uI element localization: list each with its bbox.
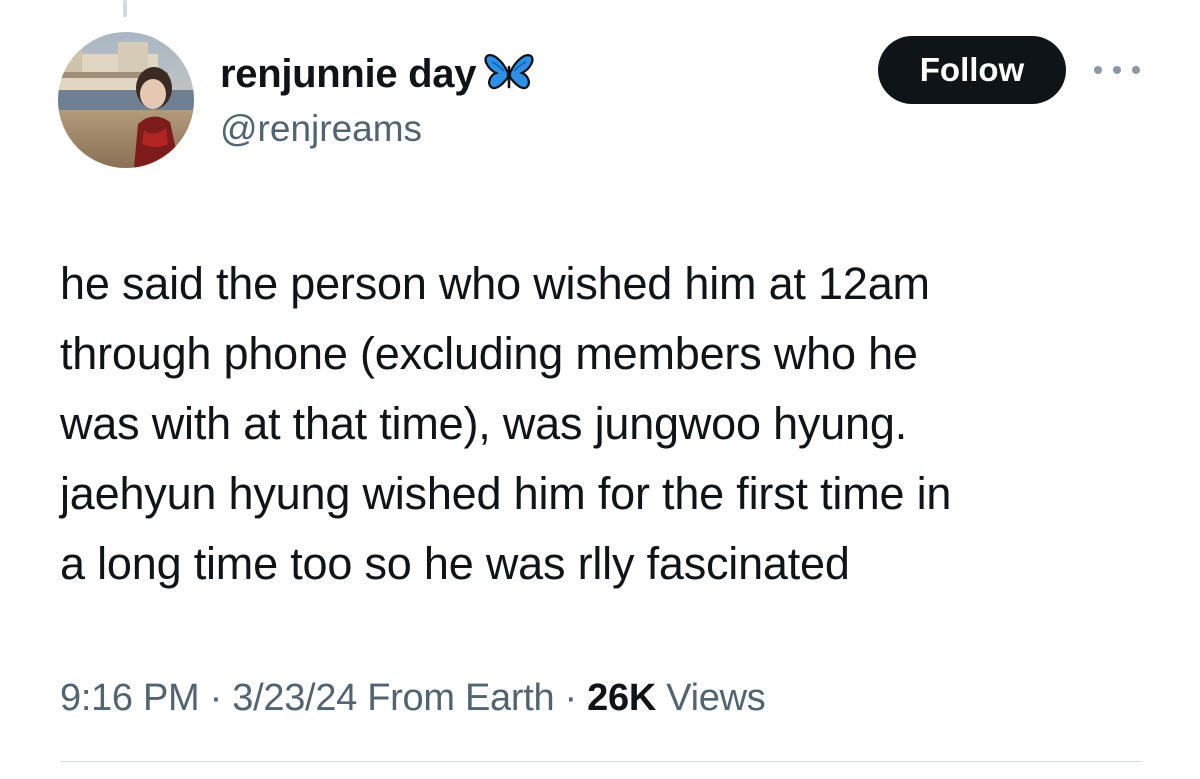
follow-button[interactable]: Follow	[878, 36, 1066, 104]
thread-connector-line	[123, 0, 127, 17]
author-display-name[interactable]: renjunnie day	[220, 50, 476, 98]
more-dot	[1094, 66, 1102, 74]
author-handle[interactable]: @renjreams	[220, 106, 422, 152]
tweet-source: From Earth	[367, 677, 555, 719]
tweet-text-line: jaehyun hyung wished him for the first t…	[60, 468, 952, 519]
tweet-meta: 9:16 PM · 3/23/24 From Earth · 26K Views	[60, 672, 766, 724]
tweet-text-line: he said the person who wished him at 12a…	[60, 258, 930, 309]
more-dot	[1113, 66, 1121, 74]
butterfly-icon	[484, 53, 534, 95]
meta-separator: ·	[199, 677, 233, 719]
divider	[60, 761, 1142, 762]
avatar-image	[58, 32, 194, 168]
views-label: Views	[666, 677, 766, 719]
author-name-row[interactable]: renjunnie day	[220, 50, 534, 98]
tweet-text-line: a long time too so he was rlly fascinate…	[60, 538, 850, 589]
tweet-text: he said the person who wished him at 12a…	[60, 249, 1150, 599]
more-options-icon[interactable]	[1094, 62, 1140, 78]
avatar[interactable]	[58, 32, 194, 168]
tweet-date[interactable]: 3/23/24	[232, 677, 357, 719]
tweet-time[interactable]: 9:16 PM	[60, 677, 200, 719]
more-dot	[1132, 66, 1140, 74]
tweet-text-line: through phone (excluding members who he	[60, 328, 918, 379]
views-count: 26K	[587, 677, 656, 719]
tweet-text-line: was with at that time), was jungwoo hyun…	[60, 398, 908, 449]
meta-separator: ·	[554, 677, 588, 719]
